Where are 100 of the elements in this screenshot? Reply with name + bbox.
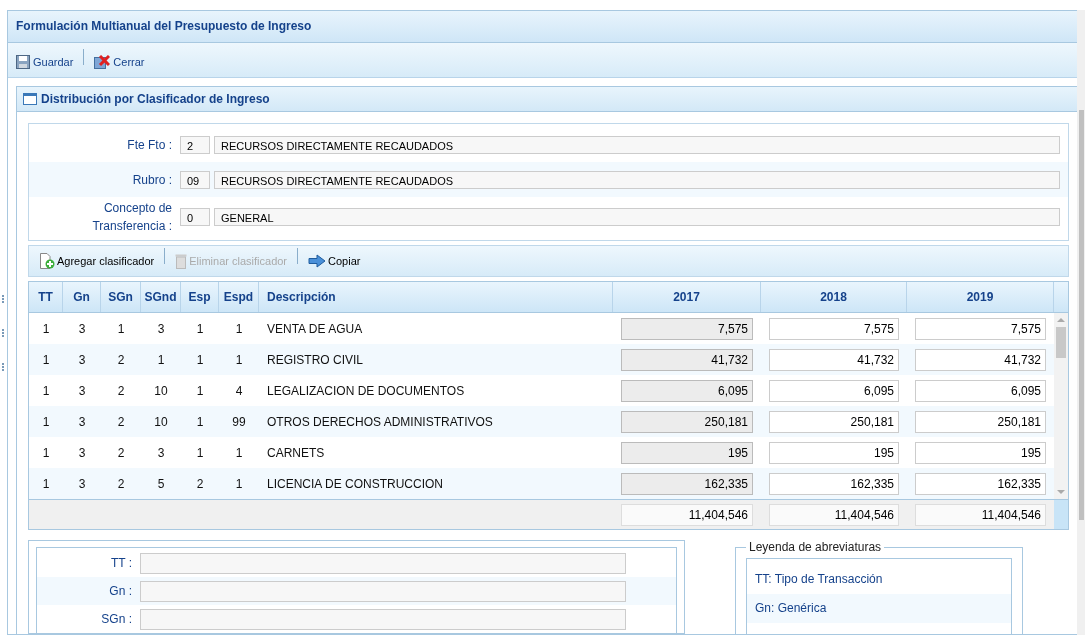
- table-cell-text: 2: [116, 476, 126, 491]
- table-cell-text: 3: [156, 321, 166, 336]
- total-field: 11,404,546: [769, 503, 899, 526]
- table-cell-text: 2: [116, 383, 126, 398]
- value-field[interactable]: RECURSOS DIRECTAMENTE RECAUDADOS: [214, 170, 1060, 189]
- code-field[interactable]: 0: [180, 208, 210, 226]
- table-cell-text: 4: [234, 383, 244, 398]
- copy-button[interactable]: Copiar: [306, 252, 363, 270]
- table-cell-text: 3: [77, 414, 87, 429]
- legend-item: TT: Tipo de Transacción: [754, 571, 884, 588]
- column-header: Espd: [219, 282, 259, 312]
- amount-field[interactable]: 195: [769, 441, 899, 464]
- table-cell-text: 1: [41, 352, 51, 367]
- table-cell-text: 1: [41, 321, 51, 336]
- amount-field[interactable]: 162,335: [621, 472, 753, 495]
- amount-field[interactable]: 7,575: [769, 317, 899, 340]
- scrollbar[interactable]: [1054, 313, 1068, 499]
- table-cell-text: 3: [77, 352, 87, 367]
- column-header: Descripción: [259, 282, 613, 312]
- total-field: 11,404,546: [621, 503, 753, 526]
- amount-field[interactable]: 250,181: [769, 410, 899, 433]
- column-header: 2019: [907, 282, 1054, 312]
- field-label: Concepto de Transferencia :: [91, 200, 172, 235]
- close-button[interactable]: Cerrar: [92, 53, 147, 71]
- amount-field[interactable]: 6,095: [621, 379, 753, 402]
- legend-item: Gn: Genérica: [747, 594, 1011, 623]
- table-cell-text: 1: [156, 352, 166, 367]
- column-header: TT: [29, 282, 63, 312]
- amount-field[interactable]: 41,732: [769, 348, 899, 371]
- table-cell-text: 99: [231, 414, 247, 429]
- amount-field[interactable]: 7,575: [621, 317, 753, 340]
- add-button[interactable]: Agregar clasificador: [37, 251, 157, 271]
- window-icon: [23, 93, 37, 105]
- column-header: SGnd: [141, 282, 181, 312]
- amount-field[interactable]: 6,095: [769, 379, 899, 402]
- table-cell-text: 1: [195, 321, 205, 336]
- field-label: Rubro :: [131, 171, 172, 189]
- table-cell-text: REGISTRO CIVIL: [266, 352, 365, 367]
- table-cell-text: 3: [77, 383, 87, 398]
- table-cell-text: 1: [195, 352, 205, 367]
- amount-field[interactable]: 162,335: [769, 472, 899, 495]
- column-header: 2017: [613, 282, 761, 312]
- table-cell-text: 1: [116, 321, 126, 336]
- column-header: 2018: [761, 282, 907, 312]
- table-cell-text: 1: [41, 476, 51, 491]
- input-field[interactable]: [140, 608, 626, 630]
- trash-icon: [175, 253, 188, 269]
- table-cell-text: 1: [195, 383, 205, 398]
- table-cell-text: 10: [153, 414, 169, 429]
- input-field[interactable]: [140, 580, 626, 602]
- table-cell-text: 1: [41, 445, 51, 460]
- table-cell-text: 3: [77, 476, 87, 491]
- table-cell-text: 2: [116, 414, 126, 429]
- amount-field[interactable]: 41,732: [915, 348, 1046, 371]
- amount-field[interactable]: 195: [915, 441, 1046, 464]
- table-cell-text: 2: [195, 476, 205, 491]
- table-cell-text: LICENCIA DE CONSTRUCCION: [266, 476, 445, 491]
- amount-field[interactable]: 41,732: [621, 348, 753, 371]
- table-cell-text: LEGALIZACION DE DOCUMENTOS: [266, 383, 466, 398]
- table-cell-text: 1: [234, 445, 244, 460]
- add-document-icon: [39, 253, 55, 269]
- arrow-right-icon: [308, 254, 327, 268]
- legend-title: Leyenda de abreviaturas: [748, 540, 883, 554]
- amount-field[interactable]: 250,181: [915, 410, 1046, 433]
- table-cell-text: 1: [195, 445, 205, 460]
- table-cell-text: 3: [156, 445, 166, 460]
- table-cell-text: 2: [116, 352, 126, 367]
- table-cell-text: 3: [77, 445, 87, 460]
- field-label: SGn :: [100, 612, 132, 626]
- field-label: Fte Fto :: [126, 136, 172, 154]
- value-field[interactable]: RECURSOS DIRECTAMENTE RECAUDADOS: [214, 135, 1060, 154]
- save-button[interactable]: Guardar: [14, 53, 76, 71]
- column-header: SGn: [101, 282, 141, 312]
- table-cell-text: 1: [41, 414, 51, 429]
- table-cell-text: 1: [234, 321, 244, 336]
- amount-field[interactable]: 6,095: [915, 379, 1046, 402]
- code-field[interactable]: 09: [180, 170, 210, 189]
- panel-title: Distribución por Clasificador de Ingreso: [41, 92, 270, 106]
- value-field[interactable]: GENERAL: [214, 208, 1060, 226]
- table-cell-text: 5: [156, 476, 166, 491]
- table-cell-text: 1: [234, 476, 244, 491]
- field-label: TT :: [109, 556, 132, 570]
- window-title: Formulación Multianual del Presupuesto de Ingreso: [8, 11, 1077, 43]
- amount-field[interactable]: 195: [621, 441, 753, 464]
- amount-field[interactable]: 7,575: [915, 317, 1046, 340]
- save-icon: [16, 55, 30, 69]
- table-cell-text: OTROS DERECHOS ADMINISTRATIVOS: [266, 414, 494, 429]
- total-field: 11,404,546: [915, 503, 1046, 526]
- close-icon: [94, 55, 111, 69]
- field-label: Gn :: [108, 584, 132, 598]
- table-cell-text: 1: [195, 414, 205, 429]
- amount-field[interactable]: 250,181: [621, 410, 753, 433]
- input-field[interactable]: [140, 552, 626, 574]
- table-cell-text: 1: [234, 352, 244, 367]
- amount-field[interactable]: 162,335: [915, 472, 1046, 495]
- code-field[interactable]: 2: [180, 135, 210, 154]
- table-cell-text: CARNETS: [266, 445, 326, 460]
- table-cell-text: VENTA DE AGUA: [266, 321, 364, 336]
- column-header: Esp: [181, 282, 219, 312]
- table-cell-text: 3: [77, 321, 87, 336]
